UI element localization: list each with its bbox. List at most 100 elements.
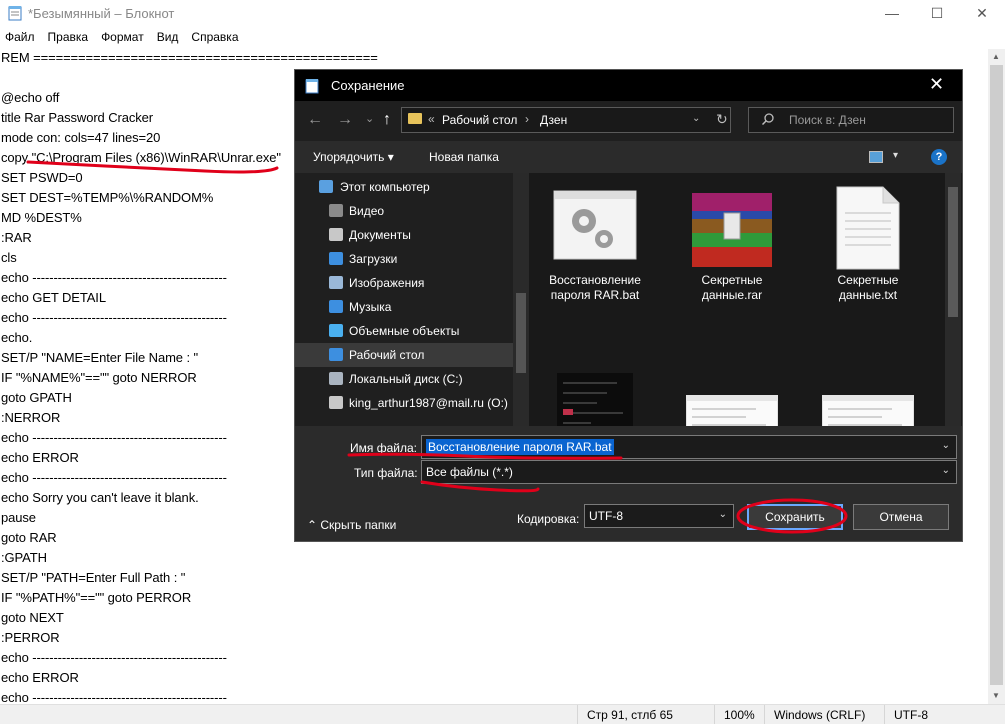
minimize-button[interactable]: —	[869, 0, 915, 26]
nav-item[interactable]: Этот компьютер	[295, 175, 513, 199]
editor-line: echo ERROR	[1, 670, 79, 685]
nav-item-label: Изображения	[349, 276, 425, 290]
notepad-icon	[8, 6, 22, 21]
encoding-value: UTF-8	[589, 509, 623, 523]
nav-item[interactable]: Документы	[295, 223, 513, 247]
refresh-icon[interactable]: ↻	[716, 111, 728, 128]
breadcrumb-dzen[interactable]: Дзен	[540, 113, 567, 127]
maximize-button[interactable]: ☐	[914, 0, 960, 26]
scrollbar-thumb[interactable]	[990, 65, 1003, 685]
hide-folders-button[interactable]: ⌃ Скрыть папки	[307, 518, 396, 532]
nav-item-label: Этот компьютер	[340, 180, 430, 194]
editor-line: copy "C:\Program Files (x86)\WinRAR\Unra…	[1, 150, 281, 165]
menu-help[interactable]: Справка	[186, 28, 238, 48]
menu-view[interactable]: Вид	[152, 28, 179, 48]
chevron-down-icon[interactable]: ⌄	[719, 509, 727, 520]
breadcrumb-overflow[interactable]: «	[428, 112, 435, 126]
nav-item-label: Музыка	[349, 300, 392, 314]
file-item[interactable]: Снимок экрана	[535, 373, 655, 426]
file-item[interactable]: Снимок экрана	[808, 394, 928, 426]
navigation-bar: ← → ⌄ ↑ « Рабочий стол › Дзен ⌄ ↻ Поиск …	[295, 101, 962, 141]
nav-pane-scrollbar[interactable]	[513, 173, 529, 426]
nav-item[interactable]: Загрузки	[295, 247, 513, 271]
chevron-down-icon[interactable]: ⌄	[692, 113, 700, 124]
nav-item[interactable]: Изображения	[295, 271, 513, 295]
documents-icon	[329, 228, 343, 241]
view-mode-icon[interactable]	[869, 151, 883, 163]
pictures-icon	[329, 276, 343, 289]
editor-line: SET DEST=%TEMP%\%RANDOM%	[1, 190, 214, 205]
cloud-drive-icon	[329, 396, 343, 409]
save-dialog: Сохранение ✕ ← → ⌄ ↑ « Рабочий стол › Дз…	[294, 69, 963, 542]
nav-item[interactable]: Видео	[295, 199, 513, 223]
close-button[interactable]: ✕	[959, 0, 1005, 26]
dialog-title: Сохранение	[331, 78, 405, 93]
3d-objects-icon	[329, 324, 343, 337]
dialog-toolbar: Упорядочить ▾ Новая папка ▾ ?	[295, 141, 962, 173]
forward-arrow-icon[interactable]: →	[337, 111, 353, 129]
file-list-scrollbar[interactable]	[945, 173, 961, 426]
vertical-scrollbar[interactable]: ▲ ▼	[988, 49, 1005, 704]
menu-edit[interactable]: Правка	[43, 28, 89, 48]
line-endings: Windows (CRLF)	[774, 708, 866, 722]
filename-value: Восстановление пароля RAR.bat	[426, 439, 614, 455]
editor-line: SET/P "NAME=Enter File Name : "	[1, 350, 198, 365]
screenshot-thumbnail	[535, 373, 655, 426]
scroll-up-icon[interactable]: ▲	[992, 52, 1000, 61]
organize-button[interactable]: Упорядочить ▾	[313, 150, 394, 164]
editor-line: IF "%PATH%"=="" goto PERROR	[1, 590, 192, 605]
help-icon[interactable]: ?	[931, 149, 947, 165]
close-icon[interactable]: ✕	[929, 74, 944, 95]
editor-line: echo -----------------------------------…	[1, 310, 227, 325]
video-icon	[329, 204, 343, 217]
filename-input[interactable]: Восстановление пароля RAR.bat ⌄	[421, 435, 957, 459]
filetype-label: Тип файла:	[354, 466, 418, 480]
drive-icon	[329, 372, 343, 385]
hide-folders-label: Скрыть папки	[320, 518, 397, 532]
breadcrumb-desktop[interactable]: Рабочий стол	[442, 113, 517, 127]
editor-line: :RAR	[1, 230, 32, 245]
chevron-down-icon[interactable]: ⌄	[942, 465, 950, 476]
editor-line: SET PSWD=0	[1, 170, 83, 185]
back-arrow-icon[interactable]: ←	[307, 111, 323, 129]
recent-locations-icon[interactable]: ⌄	[365, 112, 374, 125]
up-arrow-icon[interactable]: ↑	[383, 111, 391, 129]
file-name: Секретные данные.rar	[701, 273, 763, 302]
breadcrumb-separator-icon[interactable]: ›	[525, 112, 529, 126]
editor-line: @echo off	[1, 90, 60, 105]
nav-item-label: Рабочий стол	[349, 348, 425, 362]
editor-line: echo Sorry you can't leave it blank.	[1, 490, 199, 505]
view-dropdown-icon[interactable]: ▾	[893, 150, 898, 161]
desktop-icon	[329, 348, 343, 361]
nav-item[interactable]: Музыка	[295, 295, 513, 319]
menu-file[interactable]: Файл	[0, 28, 35, 48]
filetype-select[interactable]: Все файлы (*.*) ⌄	[421, 460, 957, 484]
search-input[interactable]: Поиск в: Дзен	[748, 107, 954, 133]
scroll-down-icon[interactable]: ▼	[992, 691, 1000, 700]
editor-line: goto NEXT	[1, 610, 64, 625]
editor-line: cls	[1, 250, 17, 265]
nav-item[interactable]: Локальный диск (C:)	[295, 367, 513, 391]
editor-line: :GPATH	[1, 550, 47, 565]
cancel-button[interactable]: Отмена	[853, 504, 949, 530]
editor-line: echo GET DETAIL	[1, 290, 106, 305]
editor-line: echo -----------------------------------…	[1, 470, 227, 485]
music-icon	[329, 300, 343, 313]
menu-format[interactable]: Формат	[96, 28, 144, 48]
encoding-select[interactable]: UTF-8 ⌄	[584, 504, 734, 528]
file-item[interactable]: Снимок экрана	[672, 394, 792, 426]
nav-item[interactable]: Рабочий стол	[295, 343, 513, 367]
file-item[interactable]: Восстановление пароля RAR.bat	[535, 187, 655, 327]
nav-item[interactable]: Объемные объекты	[295, 319, 513, 343]
file-item[interactable]: Секретные данные.txt	[808, 186, 928, 327]
editor-line: mode con: cols=47 lines=20	[1, 130, 161, 145]
editor-line: MD %DEST%	[1, 210, 82, 225]
save-button[interactable]: Сохранить	[747, 504, 843, 530]
nav-item[interactable]: king_arthur1987@mail.ru (O:)	[295, 391, 513, 415]
file-item[interactable]: Секретные данные.rar	[672, 187, 792, 327]
address-bar[interactable]: « Рабочий стол › Дзен ⌄ ↻	[401, 107, 731, 133]
chevron-down-icon[interactable]: ⌄	[942, 440, 950, 451]
search-placeholder: Поиск в: Дзен	[789, 113, 866, 127]
new-folder-button[interactable]: Новая папка	[429, 150, 499, 164]
filetype-value: Все файлы (*.*)	[426, 465, 513, 479]
